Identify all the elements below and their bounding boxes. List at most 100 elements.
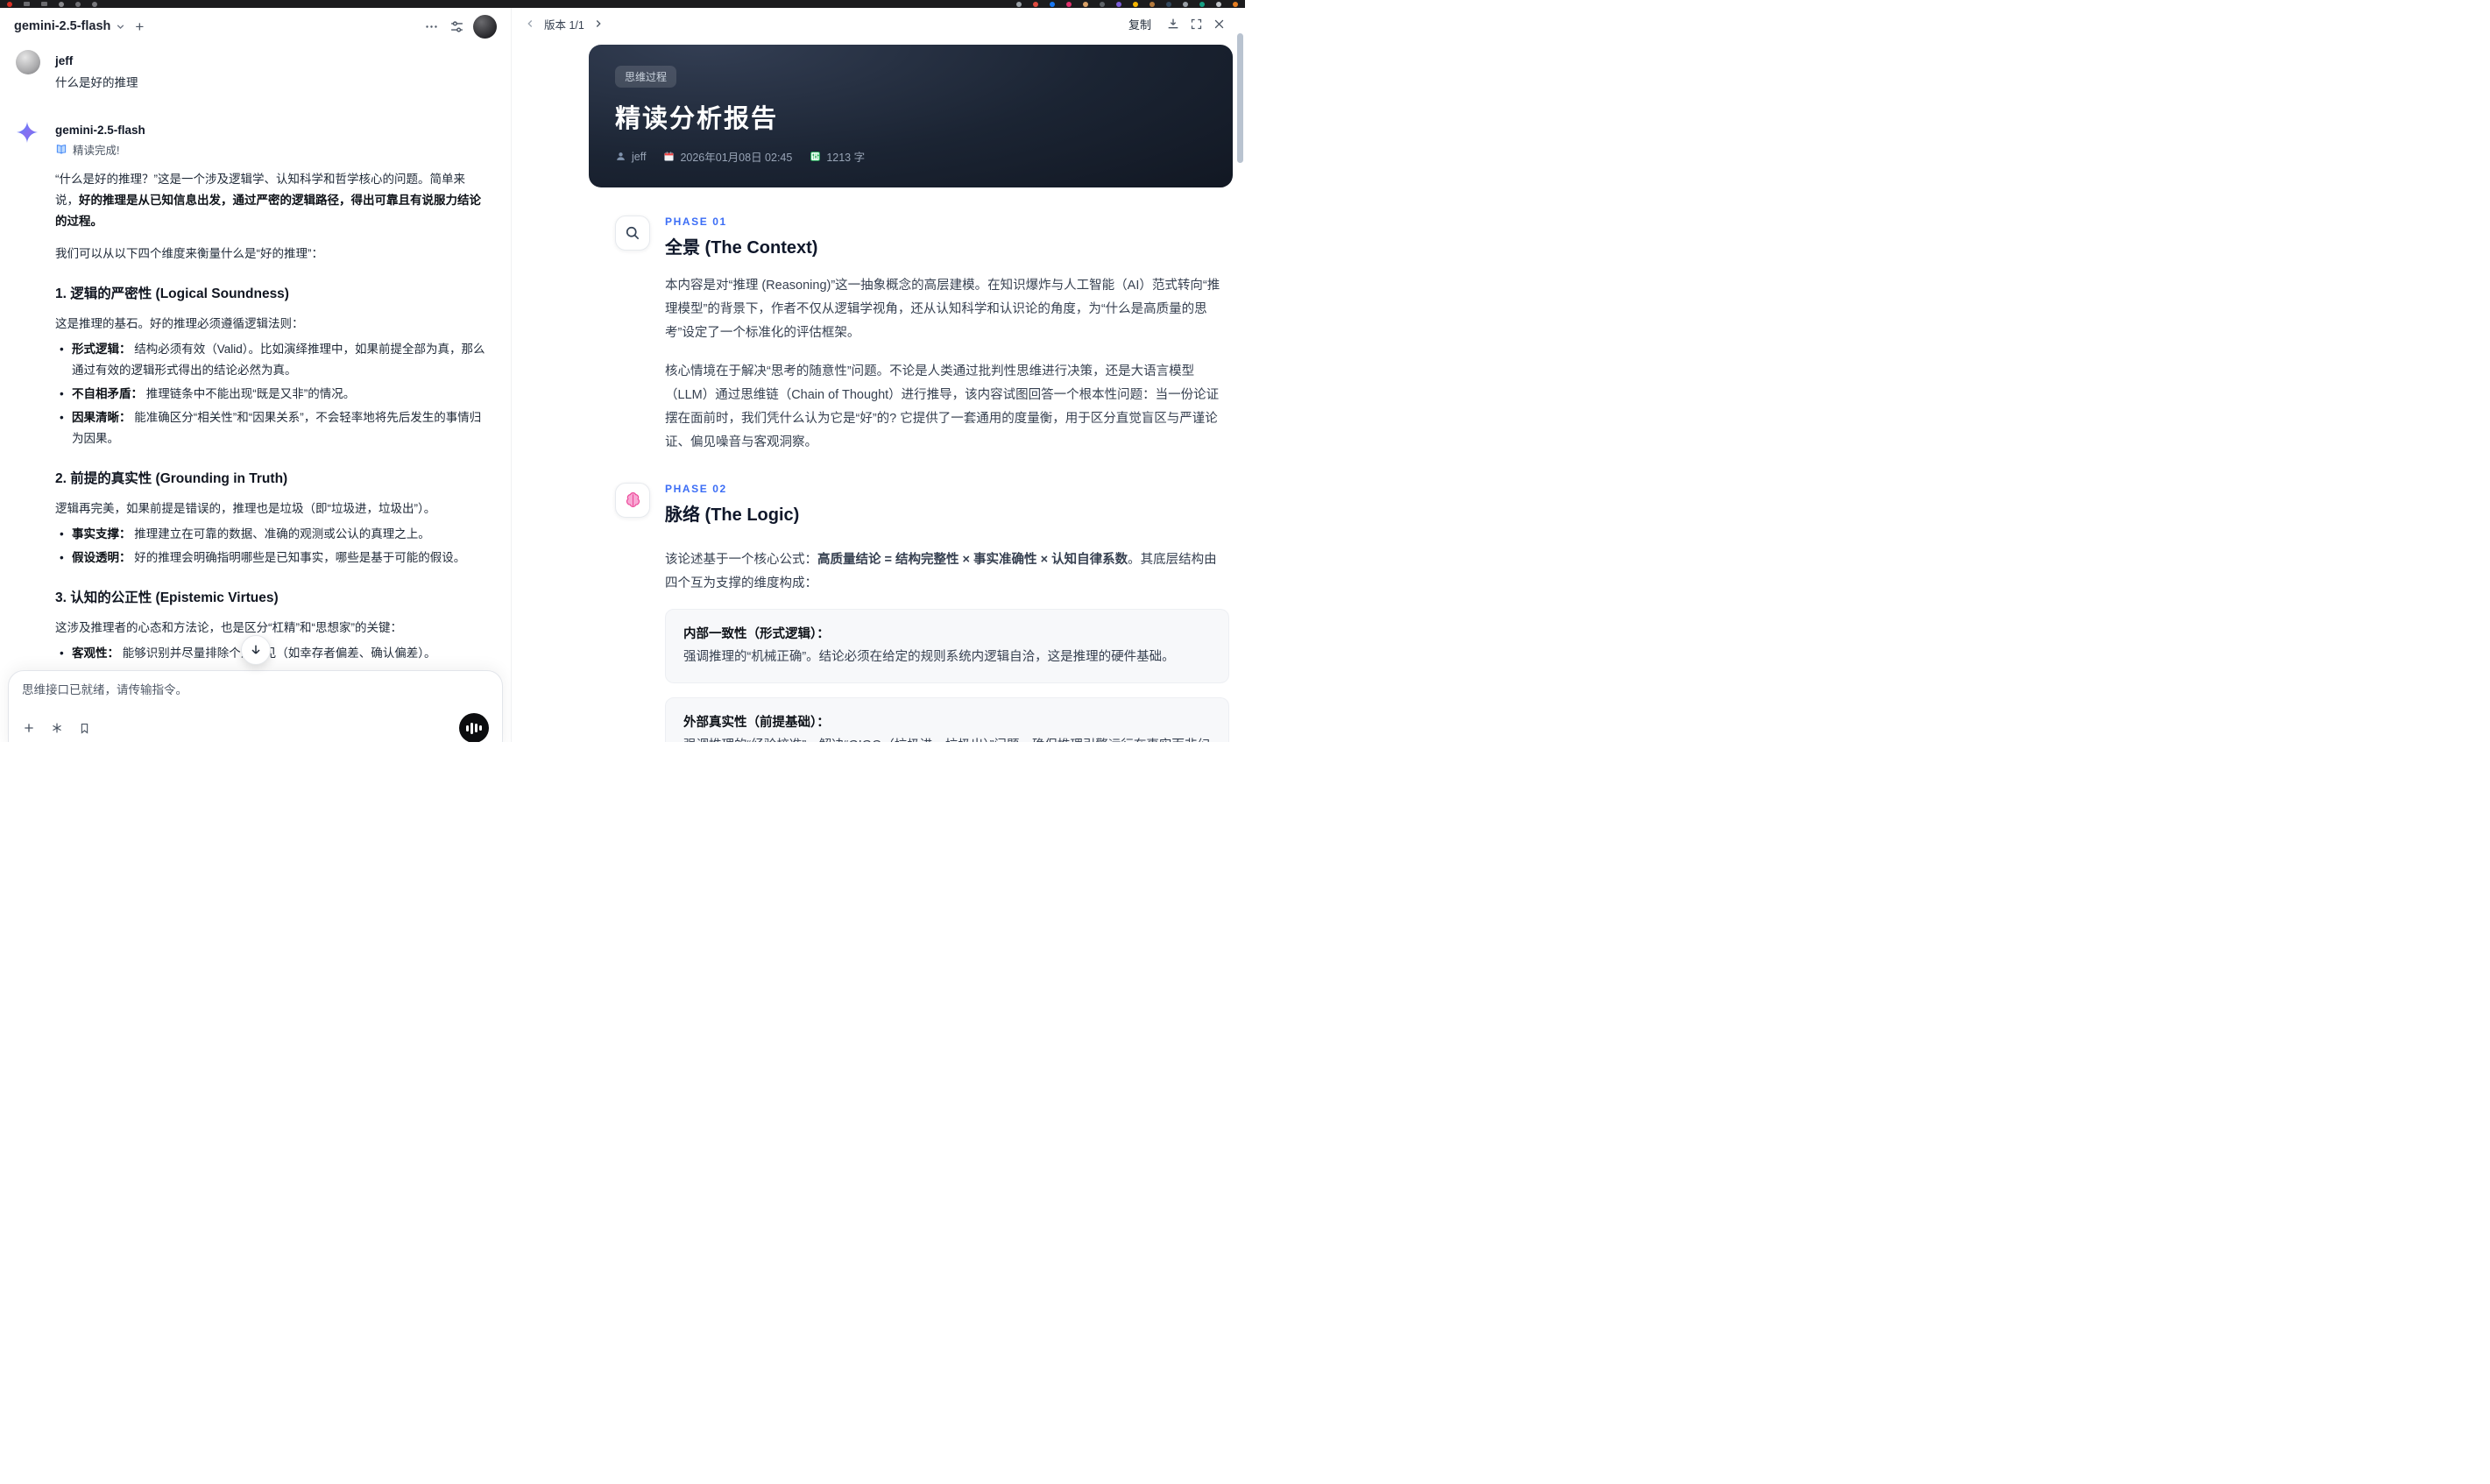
download-icon xyxy=(1168,18,1178,29)
copy-button[interactable]: 复制 xyxy=(1128,16,1151,32)
tools-button[interactable] xyxy=(50,721,64,735)
browser-extension-icon[interactable] xyxy=(1183,1,1188,7)
report-author: jeff xyxy=(615,151,646,163)
magnifier-icon xyxy=(615,216,650,251)
intro-paragraph: “什么是好的推理？”这是一个涉及逻辑学、认知科学和哲学核心的问题。简单来说，好的… xyxy=(55,169,486,232)
formula-pre: 该论述基于一个核心公式： xyxy=(665,552,817,567)
gemini-star-icon xyxy=(16,122,39,144)
list-item: 事实支撑： 推理建立在可靠的数据、准确的观测或公认的真理之上。 xyxy=(55,524,486,545)
section-list: 事实支撑： 推理建立在可靠的数据、准确的观测或公认的真理之上。 假设透明： 好的… xyxy=(55,524,486,569)
browser-extension-icon[interactable] xyxy=(1083,1,1088,7)
overview-paragraph: 我们可以从以下四个维度来衡量什么是“好的推理”： xyxy=(55,247,323,261)
model-name: gemini-2.5-flash xyxy=(14,19,111,33)
close-button[interactable] xyxy=(1211,16,1227,32)
assistant-name: gemini-2.5-flash xyxy=(55,124,145,138)
browser-extension-icon[interactable] xyxy=(1216,1,1221,7)
dimension-card: 外部真实性（前提基础）： 强调推理的“经验校准”。解决“GIGO（垃圾进，垃圾出… xyxy=(665,696,1229,742)
browser-extension-icon[interactable] xyxy=(1033,1,1038,7)
fullscreen-button[interactable] xyxy=(1188,16,1205,32)
main-content: gemini-2.5-flash + jeff 什么是好的推理 gemini-2… xyxy=(0,8,1245,742)
phase-body: PHASE 02 脉络 (The Logic) 该论述基于一个核心公式：高质量结… xyxy=(665,483,1233,742)
browser-extension-icon[interactable] xyxy=(92,1,97,7)
composer-actions xyxy=(22,713,489,742)
calendar-icon xyxy=(664,152,675,161)
chat-header: gemini-2.5-flash + xyxy=(0,8,511,45)
browser-extension-icon[interactable] xyxy=(1133,1,1138,7)
report-word-count-text: 1213 字 xyxy=(826,152,866,164)
browser-extension-icon[interactable] xyxy=(75,1,81,7)
download-button[interactable] xyxy=(1164,15,1182,32)
more-dots-icon xyxy=(426,25,437,28)
phase-icon-column xyxy=(589,216,665,455)
browser-extension-icon[interactable] xyxy=(1066,1,1072,7)
abacus-icon xyxy=(810,152,821,161)
user-message: jeff 什么是好的推理 xyxy=(16,50,486,93)
plus-icon xyxy=(25,724,33,732)
artifact-panel: 版本 1/1 复制 思维过程 精读分析报告 jeff 2026年01月08日 0… xyxy=(512,8,1245,742)
list-item-text: 结构必须有效（Valid）。比如演绎推理中，如果前提全部为真，那么通过有效的逻辑… xyxy=(72,343,485,378)
prev-version-button[interactable] xyxy=(522,16,538,32)
phase-label: PHASE 02 xyxy=(665,482,727,495)
browser-menu-icon[interactable] xyxy=(24,2,30,6)
scroll-to-bottom-button[interactable] xyxy=(240,635,271,665)
brain-icon xyxy=(615,482,650,518)
phase-section-logic: PHASE 02 脉络 (The Logic) 该论述基于一个核心公式：高质量结… xyxy=(589,482,1233,742)
section-heading: 3. 认知的公正性 (Epistemic Virtues) xyxy=(55,590,279,606)
report-date-text: 2026年01月08日 02:45 xyxy=(680,152,793,164)
next-version-button[interactable] xyxy=(591,16,606,32)
browser-menu-icon[interactable] xyxy=(41,2,47,6)
report-type-badge: 思维过程 xyxy=(615,66,677,88)
sparkle-icon xyxy=(53,723,61,733)
new-chat-button[interactable]: + xyxy=(133,18,145,36)
attach-button[interactable] xyxy=(22,721,36,735)
profile-avatar[interactable] xyxy=(473,14,497,39)
browser-extension-icon[interactable] xyxy=(1116,1,1121,7)
save-note-button[interactable] xyxy=(78,722,91,735)
model-selector[interactable]: gemini-2.5-flash xyxy=(14,19,126,33)
assistant-markdown: “什么是好的推理？”这是一个涉及逻辑学、认知科学和哲学核心的问题。简单来说，好的… xyxy=(55,169,486,742)
list-item-term: 不自相矛盾： xyxy=(72,387,143,401)
browser-extension-icon[interactable] xyxy=(1050,1,1055,7)
chat-panel: gemini-2.5-flash + jeff 什么是好的推理 gemini-2… xyxy=(0,8,512,742)
user-message-main: jeff 什么是好的推理 xyxy=(55,50,486,93)
browser-extension-icon[interactable] xyxy=(1233,1,1238,7)
expand-icon xyxy=(1191,18,1202,29)
phase-paragraph: 核心情境在于解决“思考的随意性”问题。不论是人类通过批判性思维进行决策，还是大语… xyxy=(665,364,1220,449)
formula-bold: 高质量结论 = 结构完整性 × 事实准确性 × 认知自律系数 xyxy=(817,552,1128,567)
formula-paragraph: 该论述基于一个核心公式：高质量结论 = 结构完整性 × 事实准确性 × 认知自律… xyxy=(665,548,1229,596)
book-icon xyxy=(56,145,67,154)
assistant-status-text: 精读完成! xyxy=(73,145,120,158)
browser-extension-icon[interactable] xyxy=(1166,1,1171,7)
browser-extension-icon[interactable] xyxy=(59,1,64,7)
list-item: 不自相矛盾： 推理链条中不能出现“既是又非”的情况。 xyxy=(55,384,486,405)
message-input[interactable]: 思维接口已就绪，请传输指令。 xyxy=(22,682,489,699)
card-title: 内部一致性（形式逻辑）： xyxy=(683,627,830,642)
list-item-text: 好的推理会明确指明哪些是已知事实，哪些是基于可能的假设。 xyxy=(131,551,466,565)
report-date: 2026年01月08日 02:45 xyxy=(663,148,792,165)
phase-paragraph: 本内容是对“推理 (Reasoning)”这一抽象概念的高层建模。在知识爆炸与人… xyxy=(665,279,1220,340)
artifact-document[interactable]: 思维过程 精读分析报告 jeff 2026年01月08日 02:45 1213 … xyxy=(512,39,1245,742)
browser-extension-icon[interactable] xyxy=(1150,1,1155,7)
list-item-term: 形式逻辑： xyxy=(72,343,131,357)
browser-extension-icon[interactable] xyxy=(1199,1,1205,7)
browser-toolbar xyxy=(0,0,1245,8)
card-body: 强调推理的“经验校准”。解决“GIGO（垃圾进，垃圾出）”问题，确保推理引擎运行… xyxy=(683,734,1211,742)
settings-button[interactable] xyxy=(448,18,466,36)
browser-extension-icon[interactable] xyxy=(7,1,12,7)
version-label: 版本 1/1 xyxy=(544,18,584,32)
user-message-text: 什么是好的推理 xyxy=(55,76,138,89)
section-heading: 2. 前提的真实性 (Grounding in Truth) xyxy=(55,471,288,487)
app-window: gemini-2.5-flash + jeff 什么是好的推理 gemini-2… xyxy=(0,0,1245,742)
waveform-icon xyxy=(479,725,482,731)
voice-input-button[interactable] xyxy=(459,713,489,742)
sliders-icon xyxy=(451,20,463,32)
list-item-text: 能够识别并尽量排除个人偏见（如幸存者偏差、确认偏差）。 xyxy=(119,647,436,661)
more-options-button[interactable] xyxy=(422,18,441,36)
message-composer: 思维接口已就绪，请传输指令。 xyxy=(8,670,503,742)
browser-extension-icon[interactable] xyxy=(1016,1,1022,7)
browser-extension-icon[interactable] xyxy=(1100,1,1105,7)
assistant-status: 精读完成! xyxy=(55,141,486,158)
report-meta: jeff 2026年01月08日 02:45 1213 字 xyxy=(615,148,1206,165)
scrollbar-thumb[interactable] xyxy=(1237,33,1243,163)
section-heading: 1. 逻辑的严密性 (Logical Soundness) xyxy=(55,286,289,302)
